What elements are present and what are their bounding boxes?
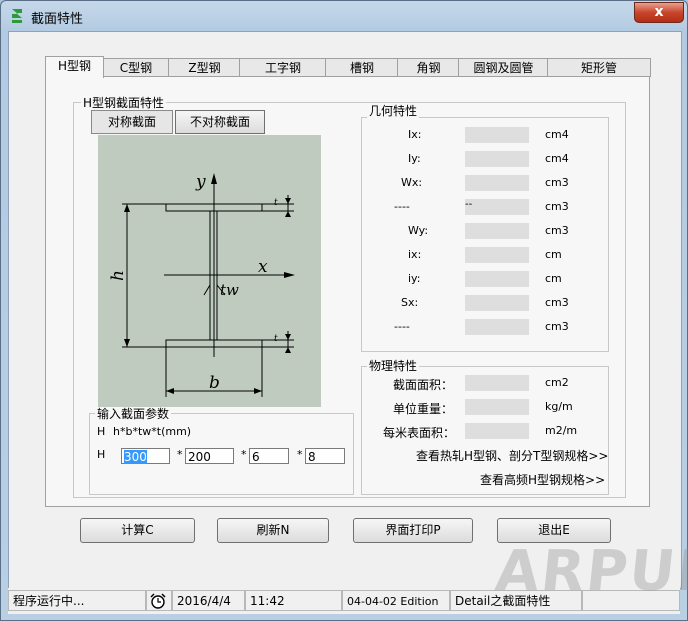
ix-label: Ix: xyxy=(408,128,422,141)
status-module: Detail之截面特性 xyxy=(450,590,582,611)
alarm-clock-icon xyxy=(150,593,166,609)
h-prefix: H xyxy=(97,448,106,461)
wy-unit: cm3 xyxy=(545,224,569,237)
sx-label: Sx: xyxy=(401,296,419,309)
main-window: 截面特性 x H型钢 C型钢 Z型钢 工字钢 槽钢 角钢 圆钢及圆管 矩形管 H… xyxy=(0,0,688,621)
physical-group-label: 物理特性 xyxy=(367,359,420,373)
surface-value xyxy=(465,423,529,439)
tab-rect-tube[interactable]: 矩形管 xyxy=(547,58,651,77)
h-section-drawing: y x h tw t t b xyxy=(98,135,321,407)
wx-label: Wx: xyxy=(401,176,423,189)
star-2: * xyxy=(241,448,247,461)
b-input[interactable]: 200 xyxy=(185,448,234,464)
status-time: 11:42 xyxy=(245,590,342,611)
weight-label: 单位重量： xyxy=(393,402,454,416)
formula-prefix: H xyxy=(97,425,106,438)
close-button[interactable]: x xyxy=(634,2,684,23)
h-input-value: 300 xyxy=(124,450,147,464)
status-date: 2016/4/4 xyxy=(172,590,245,611)
status-empty xyxy=(582,590,680,611)
rx-unit: cm xyxy=(545,248,562,261)
wx2-unit: cm3 xyxy=(545,200,569,213)
area-value xyxy=(465,375,529,391)
sx2-value xyxy=(465,319,529,335)
app-icon xyxy=(12,9,22,23)
t-bottom-label: t xyxy=(274,334,278,344)
h-section-diagram: y x h tw t t b xyxy=(108,172,295,397)
tw-input[interactable]: 6 xyxy=(249,448,289,464)
y-axis-label: y xyxy=(195,172,206,192)
t-input[interactable]: 8 xyxy=(305,448,345,464)
exit-button[interactable]: 退出E xyxy=(497,518,611,543)
status-state: 程序运行中... xyxy=(8,590,146,611)
tab-angle[interactable]: 角钢 xyxy=(397,58,460,77)
ry-value xyxy=(465,271,529,287)
tab-i-beam[interactable]: 工字钢 xyxy=(239,58,327,77)
iy-label: Iy: xyxy=(408,152,421,165)
wx-unit: cm3 xyxy=(545,176,569,189)
asymmetric-section-button[interactable]: 不对称截面 xyxy=(175,110,265,134)
iy-unit: cm4 xyxy=(545,152,569,165)
x-axis-label: x xyxy=(258,257,268,277)
h-input[interactable]: 300 xyxy=(121,448,170,464)
hot-rolled-spec-link[interactable]: 查看热轧H型钢、剖分T型钢规格>> xyxy=(416,447,608,464)
calculate-button[interactable]: 计算C xyxy=(80,518,195,543)
ix-unit: cm4 xyxy=(545,128,569,141)
weight-value xyxy=(465,399,529,415)
h-dimension-label: h xyxy=(108,270,128,281)
symmetric-section-button[interactable]: 对称截面 xyxy=(91,110,173,134)
wx2-value: -- xyxy=(465,199,529,215)
title-bar[interactable]: 截面特性 x xyxy=(1,1,687,31)
weight-unit: kg/m xyxy=(545,400,573,413)
area-label: 截面面积： xyxy=(393,378,454,392)
sx-unit: cm3 xyxy=(545,296,569,309)
tw-dimension-label: tw xyxy=(220,281,239,299)
rx-label: ix: xyxy=(408,248,422,261)
tab-round[interactable]: 圆钢及圆管 xyxy=(458,58,549,77)
geometry-group-label: 几何特性 xyxy=(367,104,420,118)
ry-label: iy: xyxy=(408,272,421,285)
high-freq-spec-link[interactable]: 查看高频H型钢规格>> xyxy=(480,471,605,488)
tab-c-steel[interactable]: C型钢 xyxy=(102,58,170,77)
wy-label: Wy: xyxy=(408,224,429,237)
formula-label: h*b*tw*t(mm) xyxy=(113,425,192,438)
window-title: 截面特性 xyxy=(31,12,84,27)
status-edition: 04-04-02 Edition xyxy=(342,590,450,611)
sx-value xyxy=(465,295,529,311)
ix-value xyxy=(465,127,529,143)
area-unit: cm2 xyxy=(545,376,569,389)
surface-label: 每米表面积： xyxy=(383,426,456,440)
print-screen-button[interactable]: 界面打印P xyxy=(353,518,473,543)
rx-value xyxy=(465,247,529,263)
t-top-label: t xyxy=(274,198,278,208)
refresh-button[interactable]: 刷新N xyxy=(217,518,329,543)
tab-channel[interactable]: 槽钢 xyxy=(325,58,399,77)
clock-icon xyxy=(146,590,172,611)
star-3: * xyxy=(297,448,303,461)
tab-strip: H型钢 C型钢 Z型钢 工字钢 槽钢 角钢 圆钢及圆管 矩形管 xyxy=(45,56,651,78)
star-1: * xyxy=(177,448,183,461)
h-section-group-label: H型钢截面特性 xyxy=(81,96,167,110)
wx-value xyxy=(465,175,529,191)
ry-unit: cm xyxy=(545,272,562,285)
tab-h-steel[interactable]: H型钢 xyxy=(45,56,104,78)
surface-unit: m2/m xyxy=(545,424,578,437)
input-params-group-label: 输入截面参数 xyxy=(95,407,172,421)
wy-value xyxy=(465,223,529,239)
b-dimension-label: b xyxy=(209,373,220,393)
status-bar: 程序运行中... 2016/4/4 11:42 04-04-02 Edition… xyxy=(8,588,680,614)
wx2-label: ---- xyxy=(394,200,410,213)
iy-value xyxy=(465,151,529,167)
sx2-unit: cm3 xyxy=(545,320,569,333)
tab-z-steel[interactable]: Z型钢 xyxy=(168,58,241,77)
sx2-label: ---- xyxy=(394,320,410,333)
